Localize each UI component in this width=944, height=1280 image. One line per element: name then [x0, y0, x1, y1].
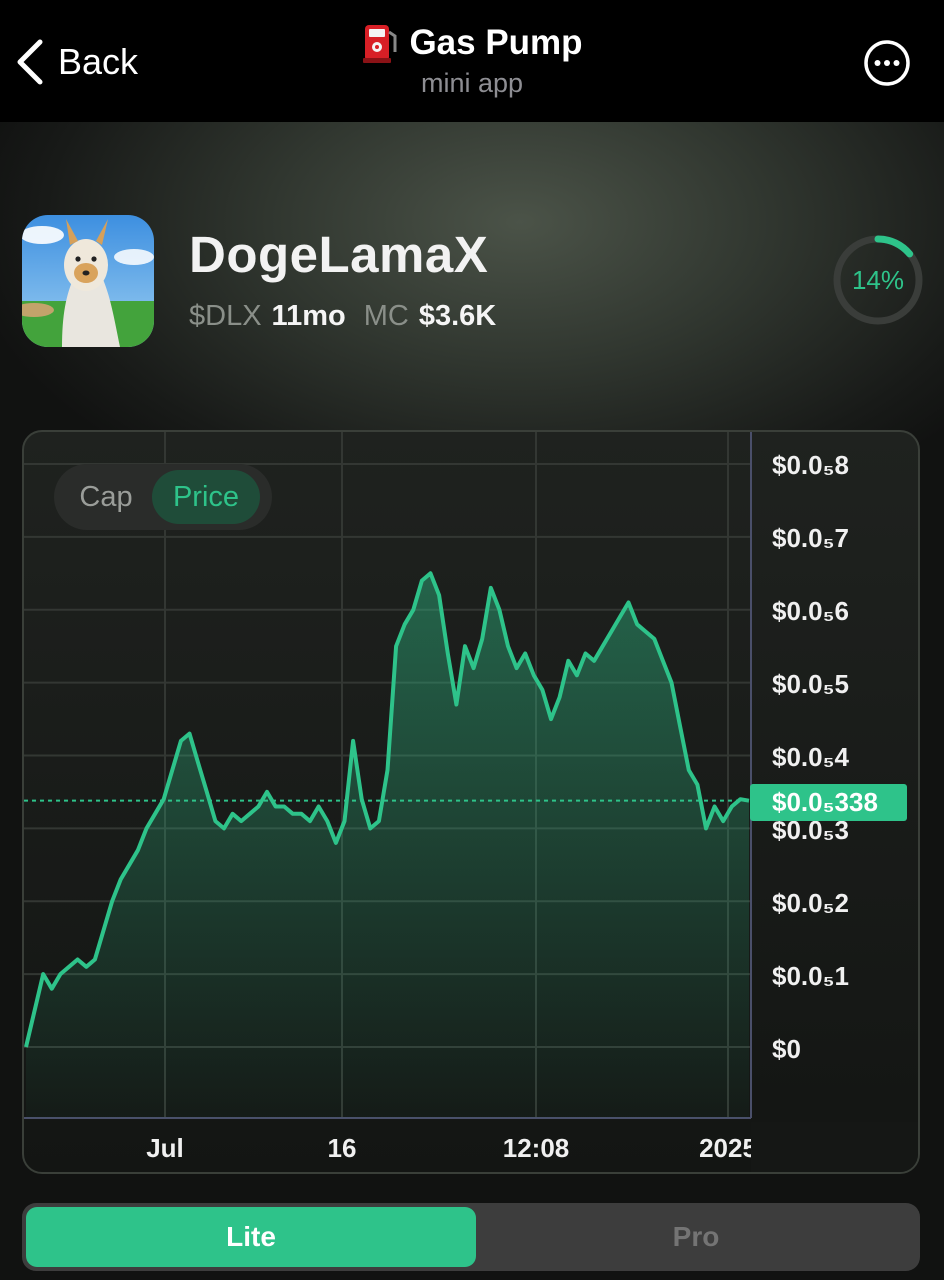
- y-tick-label: $0.0₅5: [772, 669, 849, 699]
- token-age: 11mo: [271, 300, 346, 332]
- current-price-tag: $0.0₅338: [750, 784, 907, 821]
- y-tick-label: $0.0₅6: [772, 596, 849, 626]
- x-tick-label: 16: [327, 1133, 357, 1163]
- cap-price-toggle: Cap Price: [54, 464, 272, 530]
- x-tick-label: Jul: [146, 1133, 184, 1163]
- y-tick-label: $0: [772, 1034, 801, 1064]
- market-cap-value: $3.6K: [418, 300, 497, 332]
- token-ticker: $DLX: [189, 300, 262, 332]
- cap-tab[interactable]: Cap: [60, 470, 152, 524]
- nav-title-group: Gas Pump mini app: [0, 22, 944, 99]
- y-tick-label: $0.0₅4: [772, 742, 849, 772]
- app-title: Gas Pump: [409, 23, 583, 62]
- token-avatar: [22, 215, 154, 347]
- fuel-pump-icon: [363, 25, 397, 63]
- y-tick-label: $0.0₅7: [772, 523, 849, 553]
- y-tick-label: $0.0₅2: [772, 888, 849, 918]
- price-tab[interactable]: Price: [152, 470, 260, 524]
- top-nav-bar: Back Gas Pump mini app: [0, 0, 944, 122]
- lite-mode-button[interactable]: Lite: [26, 1207, 476, 1267]
- y-tick-label: $0.0₅1: [772, 961, 849, 991]
- y-tick-label: $0.0₅8: [772, 450, 849, 480]
- bonding-progress-ring: 14%: [832, 234, 924, 326]
- pro-mode-button[interactable]: Pro: [476, 1207, 916, 1267]
- token-name: DogeLamaX: [189, 226, 489, 283]
- lite-pro-toggle: Lite Pro: [22, 1203, 920, 1271]
- app-subtitle: mini app: [420, 68, 524, 98]
- token-meta: $DLX 11mo MC $3.6K: [189, 300, 496, 333]
- price-chart: Cap Price $0.0₅8 $0.0₅7 $0.0₅6 $0.0₅5 $0…: [22, 430, 920, 1174]
- x-tick-label: 2025: [699, 1133, 757, 1163]
- more-horizontal-icon[interactable]: [864, 40, 910, 86]
- progress-label: 14%: [851, 264, 905, 295]
- token-page: DogeLamaX $DLX 11mo MC $3.6K 14% Cap Pri…: [0, 122, 944, 1280]
- price-area-fill: [26, 573, 749, 1118]
- mc-label: MC: [363, 300, 409, 332]
- x-tick-label: 12:08: [502, 1133, 570, 1163]
